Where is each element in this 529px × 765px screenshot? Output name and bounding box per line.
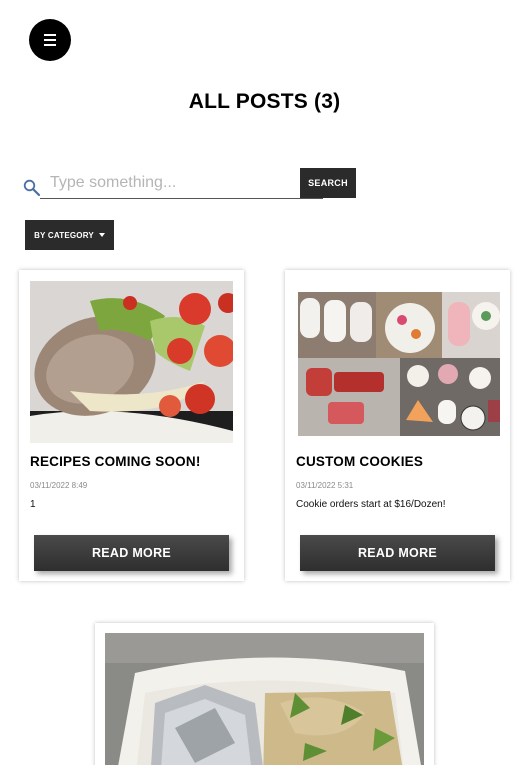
post-card[interactable]: RECIPES COMING SOON! 03/11/2022 8:49 1 R… [19, 270, 244, 581]
post-date: 03/11/2022 5:31 [296, 481, 354, 490]
post-date: 03/11/2022 8:49 [30, 481, 88, 490]
category-filter-button[interactable]: BY CATEGORY [25, 220, 114, 250]
post-excerpt: 1 [30, 499, 36, 510]
search-input[interactable] [40, 168, 323, 199]
post-card[interactable]: CUSTOM COOKIES 03/11/2022 5:31 Cookie or… [285, 270, 510, 581]
read-more-button[interactable]: READ MORE [300, 535, 495, 571]
caret-down-icon [98, 233, 105, 237]
post-excerpt: Cookie orders start at $16/Dozen! [296, 499, 446, 510]
post-card[interactable] [95, 623, 434, 765]
menu-button[interactable] [29, 19, 71, 61]
hamburger-menu-icon [44, 34, 56, 46]
search-bar: SEARCH [23, 168, 363, 199]
search-icon[interactable] [23, 179, 41, 197]
category-filter-label: BY CATEGORY [34, 230, 94, 240]
post-thumbnail[interactable] [298, 292, 500, 436]
post-thumbnail[interactable] [105, 633, 424, 765]
read-more-button[interactable]: READ MORE [34, 535, 229, 571]
post-title[interactable]: CUSTOM COOKIES [296, 454, 423, 469]
post-thumbnail[interactable] [30, 281, 233, 443]
search-button[interactable]: SEARCH [300, 168, 356, 198]
page-title: ALL POSTS (3) [188, 90, 341, 113]
post-title[interactable]: RECIPES COMING SOON! [30, 454, 201, 469]
